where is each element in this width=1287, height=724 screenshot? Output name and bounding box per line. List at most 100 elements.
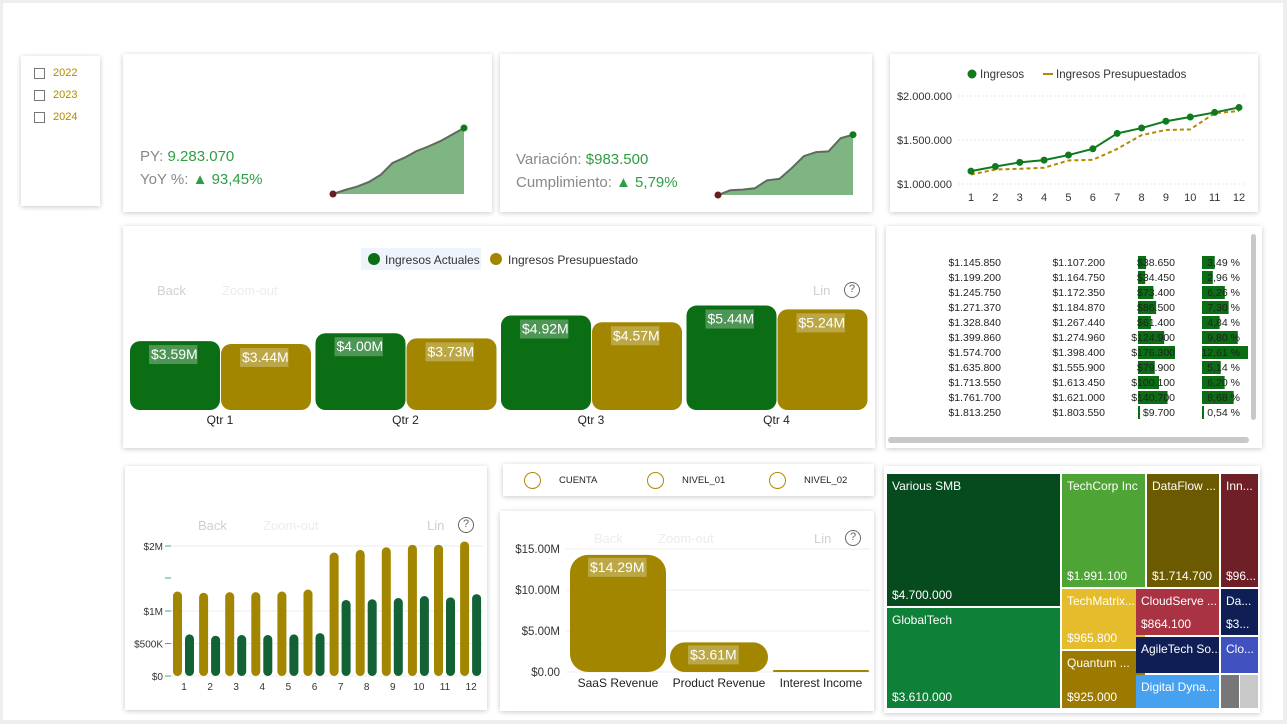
tile-name: Digital Dyna... xyxy=(1141,680,1216,694)
checkbox[interactable] xyxy=(34,90,45,101)
y-tick-label: $15.00M xyxy=(515,544,560,556)
kpi-card-variance: Variación: $983.500 Cumplimiento: ▲ 5,79… xyxy=(500,54,872,212)
month-bar xyxy=(472,594,482,676)
month-bar xyxy=(393,598,403,676)
variance-table-svg: $1.145.850 $1.107.200 $38.650 3,49 % $1.199.… xyxy=(948,256,1248,419)
revenue-type-chart: Back Zoom-out Lin ? $15.00M $10.00M $5.00M… xyxy=(500,511,874,711)
checkbox[interactable] xyxy=(34,68,45,79)
data-label: $3.61M xyxy=(690,646,737,662)
radio-circle[interactable] xyxy=(769,472,786,489)
y-tick-label: $2M xyxy=(144,542,163,553)
treemap-tile-small[interactable] xyxy=(1221,675,1239,708)
report-canvas: 2022 2023 2024 PY: 9.283.070 YoY %: ▲ 93,4… xyxy=(3,3,1283,720)
treemap-tile[interactable]: TechCorp Inc $1.991.100 xyxy=(1062,474,1145,587)
month-bar xyxy=(237,635,247,676)
x-tick-label: 11 xyxy=(440,682,451,693)
month-bar xyxy=(460,541,470,676)
sparkline-area xyxy=(718,134,853,195)
treemap-tile[interactable]: Digital Dyna... xyxy=(1136,675,1219,708)
tile-value: $1.991.100 xyxy=(1067,569,1128,583)
revenue-type-svg: $15.00M $10.00M $5.00M $0.00 $14.29M SaaS Rev… xyxy=(515,544,870,690)
cell-variance: $100.100 xyxy=(1131,377,1175,389)
tile-value: $3.610.000 xyxy=(892,690,953,704)
treemap-tile-small[interactable] xyxy=(1240,675,1258,708)
actual-point xyxy=(1211,108,1219,116)
cell-percent: 8,68 % xyxy=(1207,392,1240,404)
x-tick-label: 3 xyxy=(1017,192,1023,204)
treemap-tile[interactable]: GlobalTech $3.610.000 xyxy=(887,608,1060,708)
treemap-tile[interactable]: Inn... $96... xyxy=(1221,474,1258,587)
y-tick-label: $1.500.000 xyxy=(897,135,952,147)
legend-actual-marker xyxy=(368,253,380,265)
cell-actual: $1.245.750 xyxy=(948,287,1001,299)
treemap-tile[interactable]: AgileTech So... xyxy=(1136,637,1219,673)
cell-budget: $1.803.550 xyxy=(1052,407,1105,419)
level-slicer: CUENTA NIVEL_01 NIVEL_02 xyxy=(503,464,874,496)
sparkline-start-point xyxy=(714,191,722,199)
radio-circle[interactable] xyxy=(524,472,541,489)
x-tick-label: 12 xyxy=(466,682,478,693)
tile-value: $925.000 xyxy=(1067,690,1118,704)
treemap-tile[interactable]: TechMatrix... $965.800 xyxy=(1062,589,1145,649)
treemap-tile[interactable]: Various SMB $4.700.000 xyxy=(887,474,1060,606)
x-tick-label: 10 xyxy=(413,682,425,693)
percent-databar xyxy=(1202,406,1204,419)
actual-line xyxy=(970,106,1240,173)
actual-point xyxy=(1064,151,1072,159)
treemap-tile[interactable]: Quantum ... $925.000 xyxy=(1062,651,1145,708)
tile-name: Quantum ... xyxy=(1067,656,1130,670)
x-tick-label: 12 xyxy=(1233,192,1245,204)
data-label: $5.24M xyxy=(799,314,846,330)
y-tick-label: $0 xyxy=(152,672,164,683)
x-tick-label: 11 xyxy=(1209,192,1220,204)
month-bar xyxy=(225,592,235,676)
treemap-tile[interactable]: CloudServe ... $864.100 xyxy=(1136,589,1219,635)
x-tick-label: 9 xyxy=(1163,192,1169,204)
table-scrollbar-vertical[interactable] xyxy=(1251,234,1256,420)
revenue-bar xyxy=(773,670,869,672)
x-tick-label: 7 xyxy=(338,682,344,693)
data-label: $4.57M xyxy=(613,327,660,343)
radio-circle[interactable] xyxy=(647,472,664,489)
sparkline-end-point xyxy=(849,131,857,139)
actual-point xyxy=(1113,129,1121,137)
x-tick-label: 5 xyxy=(286,682,292,693)
treemap-tile[interactable]: Clo... xyxy=(1221,637,1258,673)
cell-actual: $1.635.800 xyxy=(948,362,1001,374)
actual-point xyxy=(991,162,999,170)
y-tick-label: $500K xyxy=(134,640,163,651)
tile-name: TechCorp Inc xyxy=(1067,479,1138,493)
data-label: $4.92M xyxy=(522,321,569,337)
tile-name: Clo... xyxy=(1226,642,1255,656)
checkbox[interactable] xyxy=(34,112,45,123)
variance-table: $1.145.850 $1.107.200 $38.650 3,49 % $1.199.… xyxy=(886,226,1262,448)
x-tick-label: 4 xyxy=(1041,192,1047,204)
actual-point xyxy=(967,167,975,175)
treemap-tile[interactable]: DataFlow ... $1.714.700 xyxy=(1147,474,1219,587)
x-tick-label: 6 xyxy=(1090,192,1096,204)
treemap-tile[interactable]: Da... $3... xyxy=(1221,589,1258,635)
revenue-line-chart: $2.000.000 $1.500.000 $1.000.000 1 2 3 4 5 6 7 8 9 1… xyxy=(890,54,1258,212)
month-bar xyxy=(251,592,261,676)
month-bar xyxy=(303,589,313,676)
quarter-bar-chart: Back Zoom-out Lin ? Ingresos Actuales Ing… xyxy=(123,226,875,448)
month-bar xyxy=(434,544,443,676)
actual-point xyxy=(1162,117,1170,125)
table-scrollbar-horizontal[interactable] xyxy=(888,437,1249,443)
cell-percent: 6,20 % xyxy=(1207,377,1240,389)
x-tick-label: 10 xyxy=(1184,192,1196,204)
x-tick-label: 9 xyxy=(390,682,396,693)
actual-point xyxy=(1186,113,1194,121)
sparkline-end-point xyxy=(460,124,468,132)
client-treemap: Various SMB $4.700.000 TechCorp Inc $1.991.… xyxy=(884,466,1260,713)
cell-variance: $79.900 xyxy=(1137,362,1175,374)
actual-point xyxy=(1235,103,1243,111)
legend-actual-label: Ingresos Actuales xyxy=(385,253,480,267)
month-bar xyxy=(419,596,429,676)
y-tick-label: $5.00M xyxy=(522,626,560,638)
x-tick-label: Product Revenue xyxy=(673,676,766,690)
x-tick-label: Qtr 4 xyxy=(763,413,790,427)
year-slicer: 2022 2023 2024 xyxy=(21,56,100,206)
x-tick-label: Qtr 1 xyxy=(207,413,234,427)
y-tick-label: $1M xyxy=(144,607,163,618)
